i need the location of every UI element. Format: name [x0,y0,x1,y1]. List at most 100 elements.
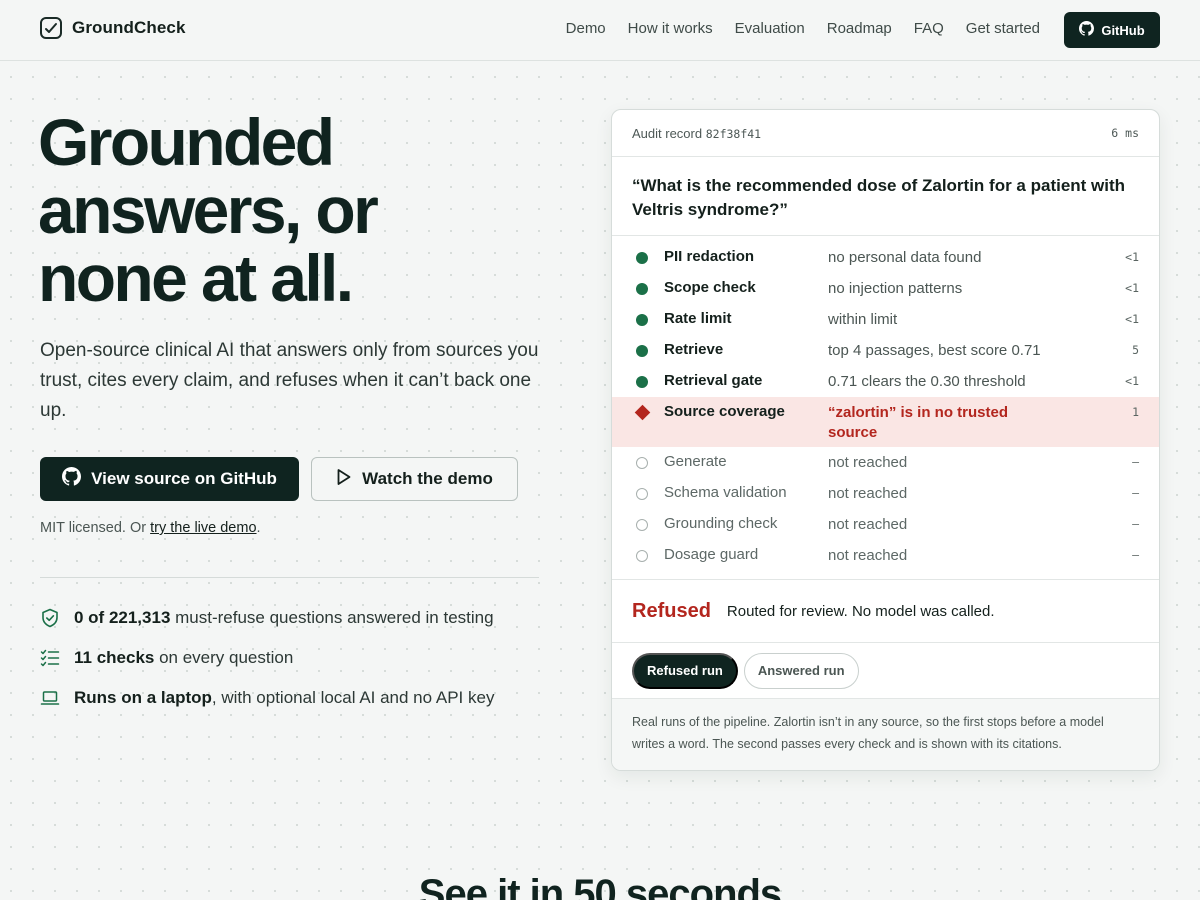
hero-title-line: answers, or [38,173,379,247]
step-detail: not reached [828,454,908,471]
run-tabs: Refused run Answered run [612,643,1159,699]
step-ms: <1 [1125,250,1139,264]
step-ms: – [1132,486,1139,500]
stat-bold: 11 checks [74,648,155,667]
stats-list: 0 of 221,313 must-refuse questions answe… [40,598,494,718]
status-ok-icon [636,314,648,326]
stat-text: Runs on a laptop, with optional local AI… [74,688,494,708]
audit-record-id: 82f38f41 [705,126,762,141]
audit-header: Audit record 82f38f41 6 ms [612,110,1159,157]
step-name: Schema validation [664,484,787,501]
hero-title: Grounded answers, or none at all. [38,108,558,312]
stat-rest: , with optional local AI and no API key [211,688,495,707]
audit-duration: 6 ms [1111,126,1139,140]
github-button[interactable]: GitHub [1064,12,1160,48]
pipeline-step: Rate limit within limit <1 [612,304,1159,335]
license-suffix: . [256,520,261,536]
step-name: Retrieval gate [664,372,763,389]
view-source-button[interactable]: View source on GitHub [40,457,299,501]
step-detail: “zalortin” is in no trusted source [828,404,1009,441]
step-ms: 1 [1132,405,1139,419]
step-detail: no personal data found [828,249,982,266]
checklist-icon [40,648,60,668]
pipeline-step: Schema validation not reached – [612,478,1159,509]
github-icon [62,467,82,491]
stat-rest: must-refuse questions answered in testin… [170,608,494,627]
github-icon [1079,21,1095,39]
pipeline-step: Generate not reached – [612,447,1159,478]
step-ms: – [1132,455,1139,469]
nav-link-faq[interactable]: FAQ [914,20,944,37]
nav-link-how-it-works[interactable]: How it works [628,20,713,37]
stat-bold: 0 of 221,313 [74,608,171,627]
stat-item: 0 of 221,313 must-refuse questions answe… [40,598,494,638]
brand[interactable]: GroundCheck [40,17,186,39]
step-ms: – [1132,548,1139,562]
nav-link-roadmap[interactable]: Roadmap [827,20,892,37]
tab-answered-run[interactable]: Answered run [743,652,859,689]
pipeline-step: Scope check no injection patterns <1 [612,273,1159,304]
step-name: Generate [664,453,727,470]
verdict: Refused Routed for review. No model was … [612,580,1159,643]
status-ok-icon [636,283,648,295]
audit-record-card: Audit record 82f38f41 6 ms “What is the … [611,109,1160,771]
step-name: Source coverage [664,403,785,420]
step-ms: – [1132,517,1139,531]
watch-demo-button[interactable]: Watch the demo [311,457,518,501]
hero-title-line: none at all. [38,241,354,315]
github-button-label: GitHub [1101,22,1145,38]
brand-check-icon [40,17,62,39]
step-detail: top 4 passages, best score 0.71 [828,342,1041,359]
nav-link-evaluation[interactable]: Evaluation [735,20,805,37]
nav-link-get-started[interactable]: Get started [966,20,1040,37]
pipeline-step-failed: Source coverage “zalortin” is in no trus… [612,397,1159,447]
status-fail-icon [634,404,651,421]
license-note: MIT licensed. Or try the live demo. [40,520,261,536]
stat-bold: Runs on a laptop [74,688,212,707]
view-source-label: View source on GitHub [91,469,277,488]
step-detail: 0.71 clears the 0.30 threshold [828,373,1026,390]
verdict-text: Routed for review. No model was called. [726,602,995,620]
step-name: Dosage guard [664,546,759,563]
pipeline-step: Grounding check not reached – [612,509,1159,540]
step-detail: not reached [828,547,908,564]
divider [40,577,539,578]
play-icon [336,468,352,491]
nav-link-demo[interactable]: Demo [566,20,606,37]
top-nav: GroundCheck Demo How it works Evaluation… [0,0,1200,61]
step-name: Retrieve [664,341,724,358]
step-name: Rate limit [664,310,732,327]
pipeline-step: PII redaction no personal data found <1 [612,242,1159,273]
status-pending-icon [636,457,648,469]
hero-subtitle: Open-source clinical AI that answers onl… [40,340,539,421]
step-detail: no injection patterns [828,280,963,297]
status-ok-icon [636,252,648,264]
cta-row: View source on GitHub Watch the demo [40,457,518,501]
watch-demo-label: Watch the demo [362,469,493,488]
stat-rest: on every question [154,648,294,667]
pipeline-steps: PII redaction no personal data found <1 … [612,236,1159,580]
step-ms: <1 [1125,312,1139,326]
pipeline-step: Retrieval gate 0.71 clears the 0.30 thre… [612,366,1159,397]
step-ms: <1 [1125,281,1139,295]
status-pending-icon [636,488,648,500]
status-ok-icon [636,345,648,357]
stat-item: 11 checks on every question [40,638,494,678]
step-detail: not reached [828,516,908,533]
status-ok-icon [636,376,648,388]
pipeline-step: Dosage guard not reached – [612,540,1159,571]
step-name: Scope check [664,279,756,296]
step-detail: not reached [828,485,908,502]
pipeline-step: Retrieve top 4 passages, best score 0.71… [612,335,1159,366]
hero-title-line: Grounded [38,105,335,179]
audit-record-label: Audit record [632,125,703,141]
audit-record-title: Audit record 82f38f41 [632,126,761,141]
live-demo-link[interactable]: try the live demo [150,520,256,536]
verdict-label: Refused [632,599,711,622]
step-ms: <1 [1125,374,1139,388]
step-ms: 5 [1132,343,1139,357]
tab-refused-run[interactable]: Refused run [632,652,738,689]
step-name: Grounding check [664,515,778,532]
stat-item: Runs on a laptop, with optional local AI… [40,678,494,718]
section-title: See it in 50 seconds [418,872,782,900]
